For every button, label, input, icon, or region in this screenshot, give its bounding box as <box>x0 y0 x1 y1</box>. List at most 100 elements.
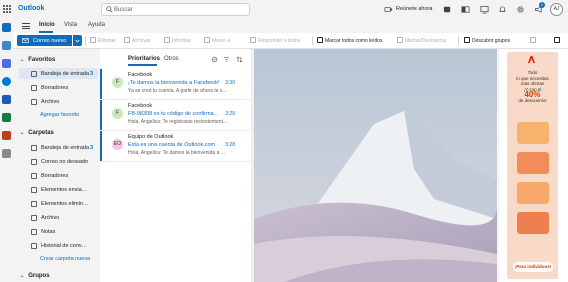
envelope-open-icon <box>317 37 323 43</box>
advertisement[interactable]: Todo lo que necesitas más ofertas ¡Y con… <box>507 52 558 279</box>
compose-icon <box>22 38 29 43</box>
app-name[interactable]: Outlook <box>18 5 44 12</box>
message-subject: FB-98308 es tu código de confirma... <box>128 111 219 117</box>
menu-bar: Inicio Vista Ayuda <box>14 19 568 33</box>
message-subject: ¡Te damos la bienvenida a Facebook! <box>128 80 220 86</box>
folders-header[interactable]: ⌄ Carpetas <box>20 130 54 136</box>
unread-indicator <box>100 69 102 99</box>
chevron-down-icon: ⌄ <box>20 57 25 63</box>
message-preview: Ya se creó tu cuenta. A partir de ahora … <box>128 88 227 94</box>
more-apps-icon[interactable] <box>2 149 11 158</box>
new-mail-label: Correo nuevo <box>33 37 67 44</box>
ad-copy: Todo lo que necesitas más ofertas ¡Y con… <box>511 70 554 103</box>
top-bar: Outlook Buscar Reúnete ahora 1 AJ <box>0 0 568 19</box>
tab-view[interactable]: Vista <box>64 22 77 28</box>
chevron-down-icon: ⌄ <box>20 273 25 279</box>
bell-icon[interactable] <box>498 5 507 14</box>
word-app-icon[interactable] <box>2 95 11 104</box>
mark-all-read-button[interactable]: Marcar todos como leídos <box>317 37 383 44</box>
folder-label: Elementos enviados <box>41 186 89 193</box>
ribbon-more-button[interactable] <box>554 37 562 44</box>
folder-item-notes[interactable]: Notas <box>19 226 98 237</box>
tab-focused[interactable]: Prioritarios <box>128 56 160 62</box>
notification-badge: 1 <box>539 2 545 8</box>
discover-groups-button[interactable]: Descubrir grupos <box>464 37 510 44</box>
mark-all-read-label: Marcar todos como leídos <box>325 38 383 44</box>
favorite-item-drafts[interactable]: Borradores <box>19 82 98 93</box>
groups-header[interactable]: ⌄ Grupos <box>20 273 50 279</box>
folder-label: Archivo <box>41 98 60 105</box>
ad-cta-button[interactable]: ¡Para individuos! <box>513 262 553 272</box>
shield-icon <box>164 37 170 43</box>
ad-product-card <box>517 182 549 204</box>
select-messages-icon[interactable] <box>211 56 218 63</box>
ribbon-divider <box>312 36 313 45</box>
folder-item-junk[interactable]: Correo no deseado <box>19 156 98 167</box>
folder-item-inbox[interactable]: Bandeja de entrada 3 <box>19 142 98 153</box>
new-mail-button[interactable]: Correo nuevo <box>17 35 72 46</box>
report-button[interactable]: Informar <box>164 37 191 44</box>
archive-button[interactable]: Archivar <box>124 37 150 44</box>
avatar[interactable]: AJ <box>550 3 563 16</box>
favorites-header-label: Favoritos <box>28 57 56 63</box>
filter-icon[interactable] <box>223 56 230 63</box>
delete-button[interactable]: Eliminar <box>90 37 116 44</box>
folder-label: Archivo <box>41 214 60 221</box>
chevron-down-icon <box>554 37 560 43</box>
folder-label: Historial de conversaciones <box>41 242 89 249</box>
flag-button[interactable]: Marcar/Desmarcar <box>397 37 446 44</box>
settings-gear-icon[interactable] <box>516 5 525 14</box>
new-mail-dropdown[interactable] <box>73 35 82 46</box>
favorite-item-archive[interactable]: Archivo <box>19 96 98 107</box>
folder-label: Notas <box>41 228 56 235</box>
ribbon-divider <box>458 36 459 45</box>
app-launcher-icon[interactable] <box>3 5 11 13</box>
whiteboard-icon[interactable] <box>480 5 489 14</box>
list-item[interactable]: F Facebook ¡Te damos la bienvenida a Fac… <box>100 69 251 100</box>
sort-icon[interactable] <box>236 56 243 63</box>
ad-product-card <box>517 152 549 174</box>
ribbon-divider <box>85 36 86 45</box>
folder-item-archive[interactable]: Archivo <box>19 212 98 223</box>
undo-button[interactable] <box>530 37 538 44</box>
add-favorite-link[interactable]: Agregar favorito <box>40 112 79 118</box>
tab-other[interactable]: Otros <box>164 56 179 62</box>
list-item[interactable]: F Facebook FB-98308 es tu código de conf… <box>100 100 251 131</box>
hamburger-menu-icon[interactable] <box>22 23 30 29</box>
meet-now-button[interactable]: Reúnete ahora <box>396 6 432 12</box>
groups-icon <box>464 37 470 43</box>
outlook-app-icon[interactable] <box>461 5 470 14</box>
report-label: Informar <box>172 38 191 44</box>
folders-header-label: Carpetas <box>28 130 54 136</box>
reply-all-button[interactable]: Responder a todos <box>250 37 300 44</box>
move-to-button[interactable]: Mover a <box>204 37 230 44</box>
folder-label: Borradores <box>41 172 69 179</box>
unread-count: 3 <box>89 144 93 151</box>
favorites-header[interactable]: ⌄ Favoritos <box>20 57 55 63</box>
message-subject: Esta es una cuenta de Outlook.com <box>128 142 216 148</box>
excel-app-icon[interactable] <box>2 113 11 122</box>
folder-item-drafts[interactable]: Borradores <box>19 170 98 181</box>
search-input[interactable]: Buscar <box>114 7 133 13</box>
powerpoint-app-icon[interactable] <box>2 131 11 140</box>
new-folder-link[interactable]: Crear carpeta nueva <box>40 256 90 262</box>
teams-icon[interactable] <box>443 5 452 14</box>
folder-pane: ⌄ Favoritos Bandeja de entrada 3 Borrador… <box>14 49 100 282</box>
video-camera-icon[interactable] <box>384 5 393 14</box>
archive-icon <box>31 214 37 221</box>
list-item[interactable]: EO Equipo de Outlook Esta es una cuenta … <box>100 131 251 162</box>
reply-all-icon <box>250 37 256 43</box>
tab-home[interactable]: Inicio <box>39 22 55 28</box>
folder-item-deleted[interactable]: Elementos eliminados <box>19 198 98 209</box>
folder-item-sent[interactable]: Elementos enviados <box>19 184 98 195</box>
groups-header-label: Grupos <box>28 273 50 279</box>
archive-icon <box>124 37 130 43</box>
folder-item-conversation-history[interactable]: Historial de conversaciones <box>19 240 98 251</box>
todo-app-icon[interactable] <box>2 77 11 86</box>
tab-help[interactable]: Ayuda <box>88 22 105 28</box>
people-app-icon[interactable] <box>2 59 11 68</box>
search-box[interactable]: Buscar <box>101 3 250 16</box>
mail-app-icon[interactable] <box>2 23 11 32</box>
calendar-app-icon[interactable] <box>2 41 11 50</box>
favorite-item-inbox[interactable]: Bandeja de entrada 3 <box>19 68 98 79</box>
